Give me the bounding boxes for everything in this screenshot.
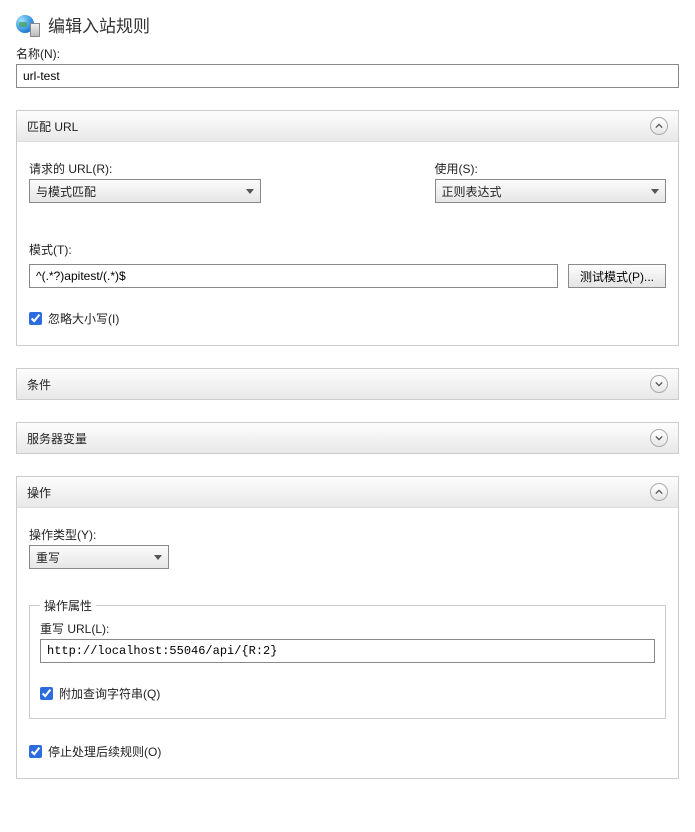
action-type-value: 重写 [36,549,60,566]
rewrite-url-label: 重写 URL(L): [40,620,655,637]
collapse-icon [650,117,668,135]
panel-match-url: 匹配 URL 请求的 URL(R): 与模式匹配 使用(S): [16,110,679,346]
panel-header-server-vars[interactable]: 服务器变量 [17,423,678,453]
action-properties-legend: 操作属性 [40,597,96,614]
stop-processing-checkbox[interactable] [29,745,42,758]
ignore-case-checkbox[interactable] [29,312,42,325]
panel-conditions: 条件 [16,368,679,400]
test-pattern-button[interactable]: 测试模式(P)... [568,264,666,288]
chevron-down-icon [154,555,162,560]
panel-title-match-url: 匹配 URL [27,118,78,135]
page-title: 编辑入站规则 [48,12,150,37]
expand-icon [650,429,668,447]
name-input[interactable] [16,64,679,88]
rewrite-url-input[interactable] [40,639,655,663]
chevron-down-icon [246,189,254,194]
stop-processing-label: 停止处理后续规则(O) [48,743,161,760]
action-type-select[interactable]: 重写 [29,545,169,569]
panel-title-server-vars: 服务器变量 [27,430,87,447]
collapse-icon [650,483,668,501]
expand-icon [650,375,668,393]
panel-server-vars: 服务器变量 [16,422,679,454]
panel-header-match-url[interactable]: 匹配 URL [17,111,678,142]
requested-url-value: 与模式匹配 [36,183,96,200]
action-type-label: 操作类型(Y): [29,526,666,543]
append-querystring-label: 附加查询字符串(Q) [59,685,160,702]
append-querystring-checkbox[interactable] [40,687,53,700]
panel-action: 操作 操作类型(Y): 重写 操作属性 重写 URL(L): 附加查询字符串(Q… [16,476,679,779]
iis-url-rewrite-icon [16,13,40,37]
panel-title-conditions: 条件 [27,376,51,393]
using-select[interactable]: 正则表达式 [435,179,667,203]
requested-url-label: 请求的 URL(R): [29,160,261,177]
pattern-label: 模式(T): [29,241,666,258]
requested-url-select[interactable]: 与模式匹配 [29,179,261,203]
panel-title-action: 操作 [27,484,51,501]
chevron-down-icon [651,189,659,194]
ignore-case-label: 忽略大小写(I) [48,310,119,327]
panel-header-action[interactable]: 操作 [17,477,678,508]
panel-header-conditions[interactable]: 条件 [17,369,678,399]
name-label: 名称(N): [16,45,679,62]
using-label: 使用(S): [435,160,667,177]
using-value: 正则表达式 [442,183,502,200]
pattern-input[interactable] [29,264,558,288]
action-properties-fieldset: 操作属性 重写 URL(L): 附加查询字符串(Q) [29,605,666,719]
